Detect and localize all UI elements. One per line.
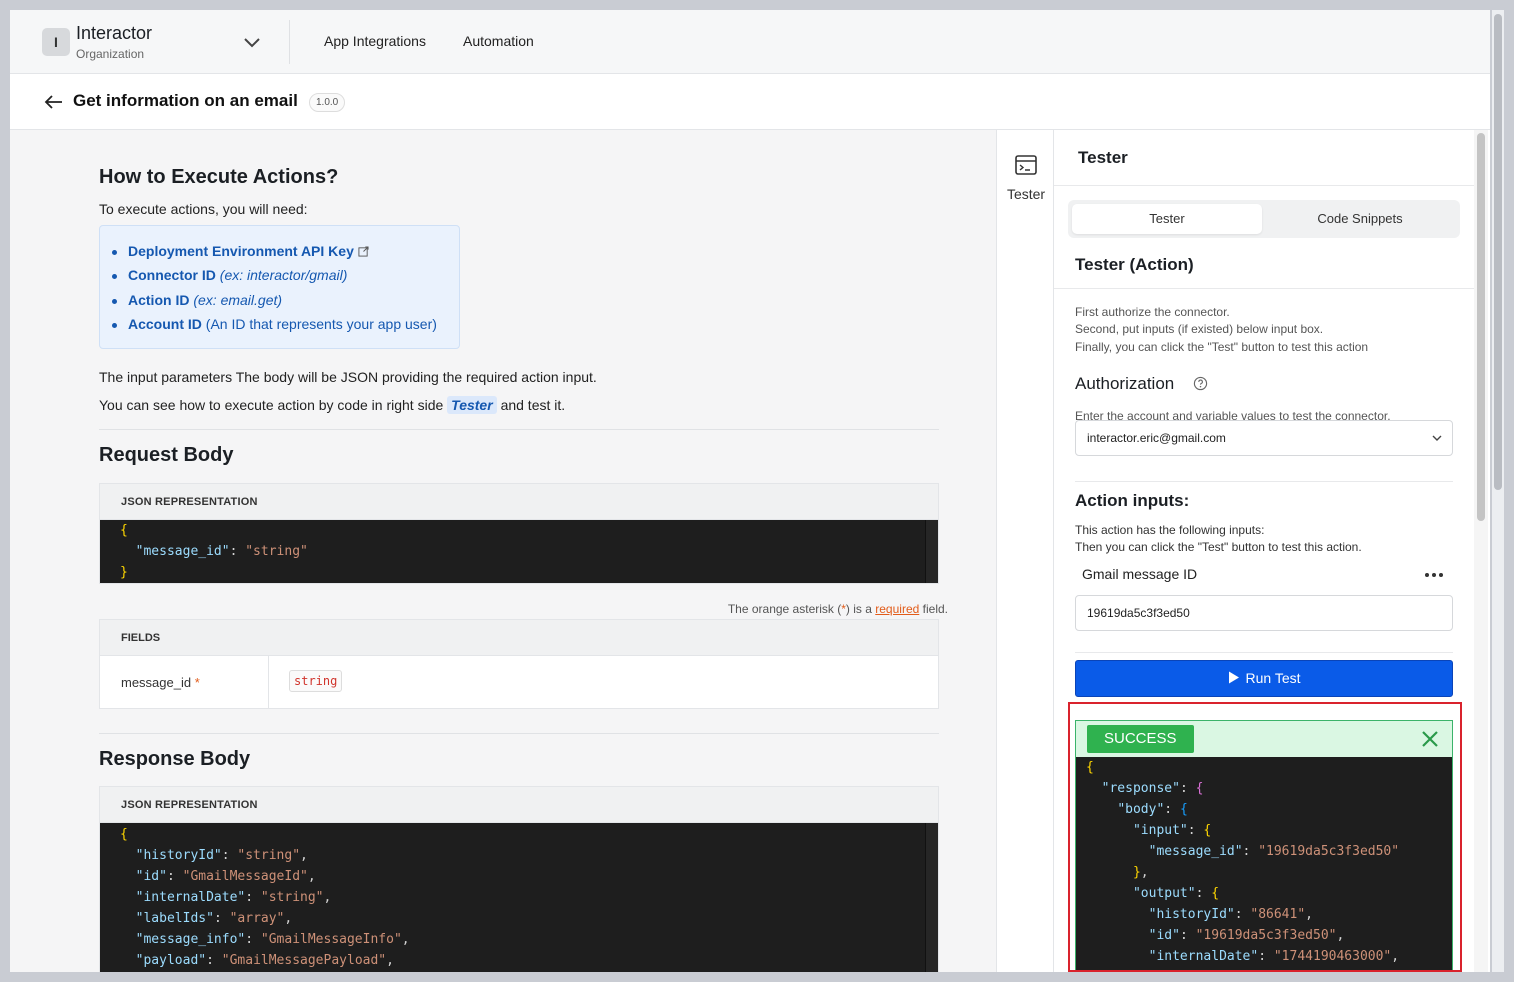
- tester-title: Tester: [1078, 148, 1128, 167]
- divider: [1075, 652, 1453, 653]
- gmail-message-id-label: Gmail message ID: [1082, 566, 1198, 582]
- nav-automation[interactable]: Automation: [463, 33, 534, 49]
- external-link-icon[interactable]: [358, 246, 369, 257]
- request-json-panel: JSON REPRESENTATION { "message_id": "str…: [99, 483, 939, 584]
- response-body-title: Response Body: [99, 748, 251, 770]
- request-body-title: Request Body: [99, 444, 234, 466]
- run-test-button[interactable]: Run Test: [1075, 660, 1453, 697]
- code-scrollbar[interactable]: [925, 520, 938, 583]
- requirements-box: Deployment Environment API Key Connector…: [99, 225, 460, 349]
- help-line: Finally, you can click the "Test" button…: [1075, 340, 1369, 354]
- tester-tabs: Tester Code Snippets: [1068, 200, 1460, 238]
- bullet: [112, 274, 117, 279]
- help-line: Second, put inputs (if existed) below in…: [1075, 322, 1324, 336]
- account-select[interactable]: interactor.eric@gmail.com: [1075, 420, 1453, 456]
- action-inputs-title: Action inputs:: [1075, 491, 1190, 510]
- chevron-down-icon: [1432, 435, 1442, 441]
- version-badge: 1.0.0: [309, 93, 346, 112]
- bullet: [112, 299, 117, 304]
- rail-tester-label[interactable]: Tester: [997, 186, 1055, 202]
- window-scrollbar-thumb[interactable]: [1494, 14, 1502, 490]
- response-json-panel: JSON REPRESENTATION { "historyId": "stri…: [99, 786, 939, 972]
- fields-table: FIELDS message_id * string: [99, 619, 939, 709]
- top-bar: I Interactor Organization App Integratio…: [10, 10, 1490, 74]
- tester-scrollbar-thumb[interactable]: [1477, 133, 1485, 521]
- request-code-block[interactable]: { "message_id": "string" }: [100, 520, 938, 583]
- req-api-key[interactable]: Deployment Environment API Key: [128, 243, 369, 259]
- divider: [289, 20, 290, 64]
- fields-label: FIELDS: [100, 620, 938, 656]
- field-name: message_id *: [121, 675, 200, 690]
- help-circle-icon[interactable]: [1193, 376, 1208, 391]
- org-name[interactable]: Interactor: [76, 23, 152, 44]
- org-subtitle: Organization: [76, 47, 145, 61]
- terminal-icon[interactable]: [1014, 153, 1038, 177]
- gmail-message-id-input[interactable]: 19619da5c3f3ed50: [1075, 595, 1453, 631]
- inputs-help-line: Then you can click the "Test" button to …: [1075, 540, 1362, 554]
- code-scrollbar[interactable]: [925, 823, 938, 972]
- chevron-down-icon[interactable]: [240, 30, 264, 54]
- see-how-text: You can see how to execute action by cod…: [99, 396, 566, 414]
- how-to-title: How to Execute Actions?: [99, 166, 339, 188]
- json-rep-label: JSON REPRESENTATION: [100, 787, 938, 823]
- required-note: The orange asterisk (*) is a required fi…: [727, 602, 948, 616]
- response-code-block[interactable]: { "historyId": "string", "id": "GmailMes…: [100, 823, 938, 972]
- req-action-id: Action ID (ex: email.get): [128, 292, 283, 308]
- divider: [1054, 185, 1474, 186]
- field-type-chip: string: [289, 670, 343, 692]
- org-avatar[interactable]: I: [42, 28, 70, 56]
- inputs-help-line: This action has the following inputs:: [1075, 523, 1265, 537]
- page-header: Get information on an email 1.0.0: [10, 74, 1490, 130]
- tab-code-snippets[interactable]: Code Snippets: [1264, 204, 1456, 234]
- json-rep-label: JSON REPRESENTATION: [100, 484, 938, 520]
- divider: [268, 656, 269, 709]
- nav-app-integrations[interactable]: App Integrations: [324, 33, 426, 49]
- bullet: [112, 323, 117, 328]
- docs-panel: How to Execute Actions? To execute actio…: [10, 130, 996, 972]
- required-link[interactable]: required: [875, 602, 919, 616]
- tester-subtitle: Tester (Action): [1075, 255, 1194, 274]
- highlight-outline: [1068, 702, 1462, 972]
- more-options-icon[interactable]: [1423, 569, 1445, 581]
- req-account-id: Account ID (An ID that represents your a…: [128, 316, 437, 332]
- tester-rail: Tester: [996, 130, 1054, 972]
- divider: [1054, 288, 1474, 289]
- divider: [99, 733, 939, 734]
- back-arrow-icon[interactable]: [42, 90, 66, 114]
- play-icon: [1228, 671, 1239, 684]
- help-line: First authorize the connector.: [1075, 305, 1230, 319]
- divider: [1075, 481, 1453, 482]
- intro-text: To execute actions, you will need:: [99, 201, 308, 217]
- bullet: [112, 250, 117, 255]
- input-params-text: The input parameters The body will be JS…: [99, 369, 597, 385]
- divider: [99, 429, 939, 430]
- page-title: Get information on an email: [73, 91, 298, 110]
- req-connector-id: Connector ID (ex: interactor/gmail): [128, 267, 348, 283]
- tab-tester[interactable]: Tester: [1072, 204, 1262, 234]
- tester-link[interactable]: Tester: [447, 396, 497, 414]
- authorization-title: Authorization: [1075, 374, 1175, 393]
